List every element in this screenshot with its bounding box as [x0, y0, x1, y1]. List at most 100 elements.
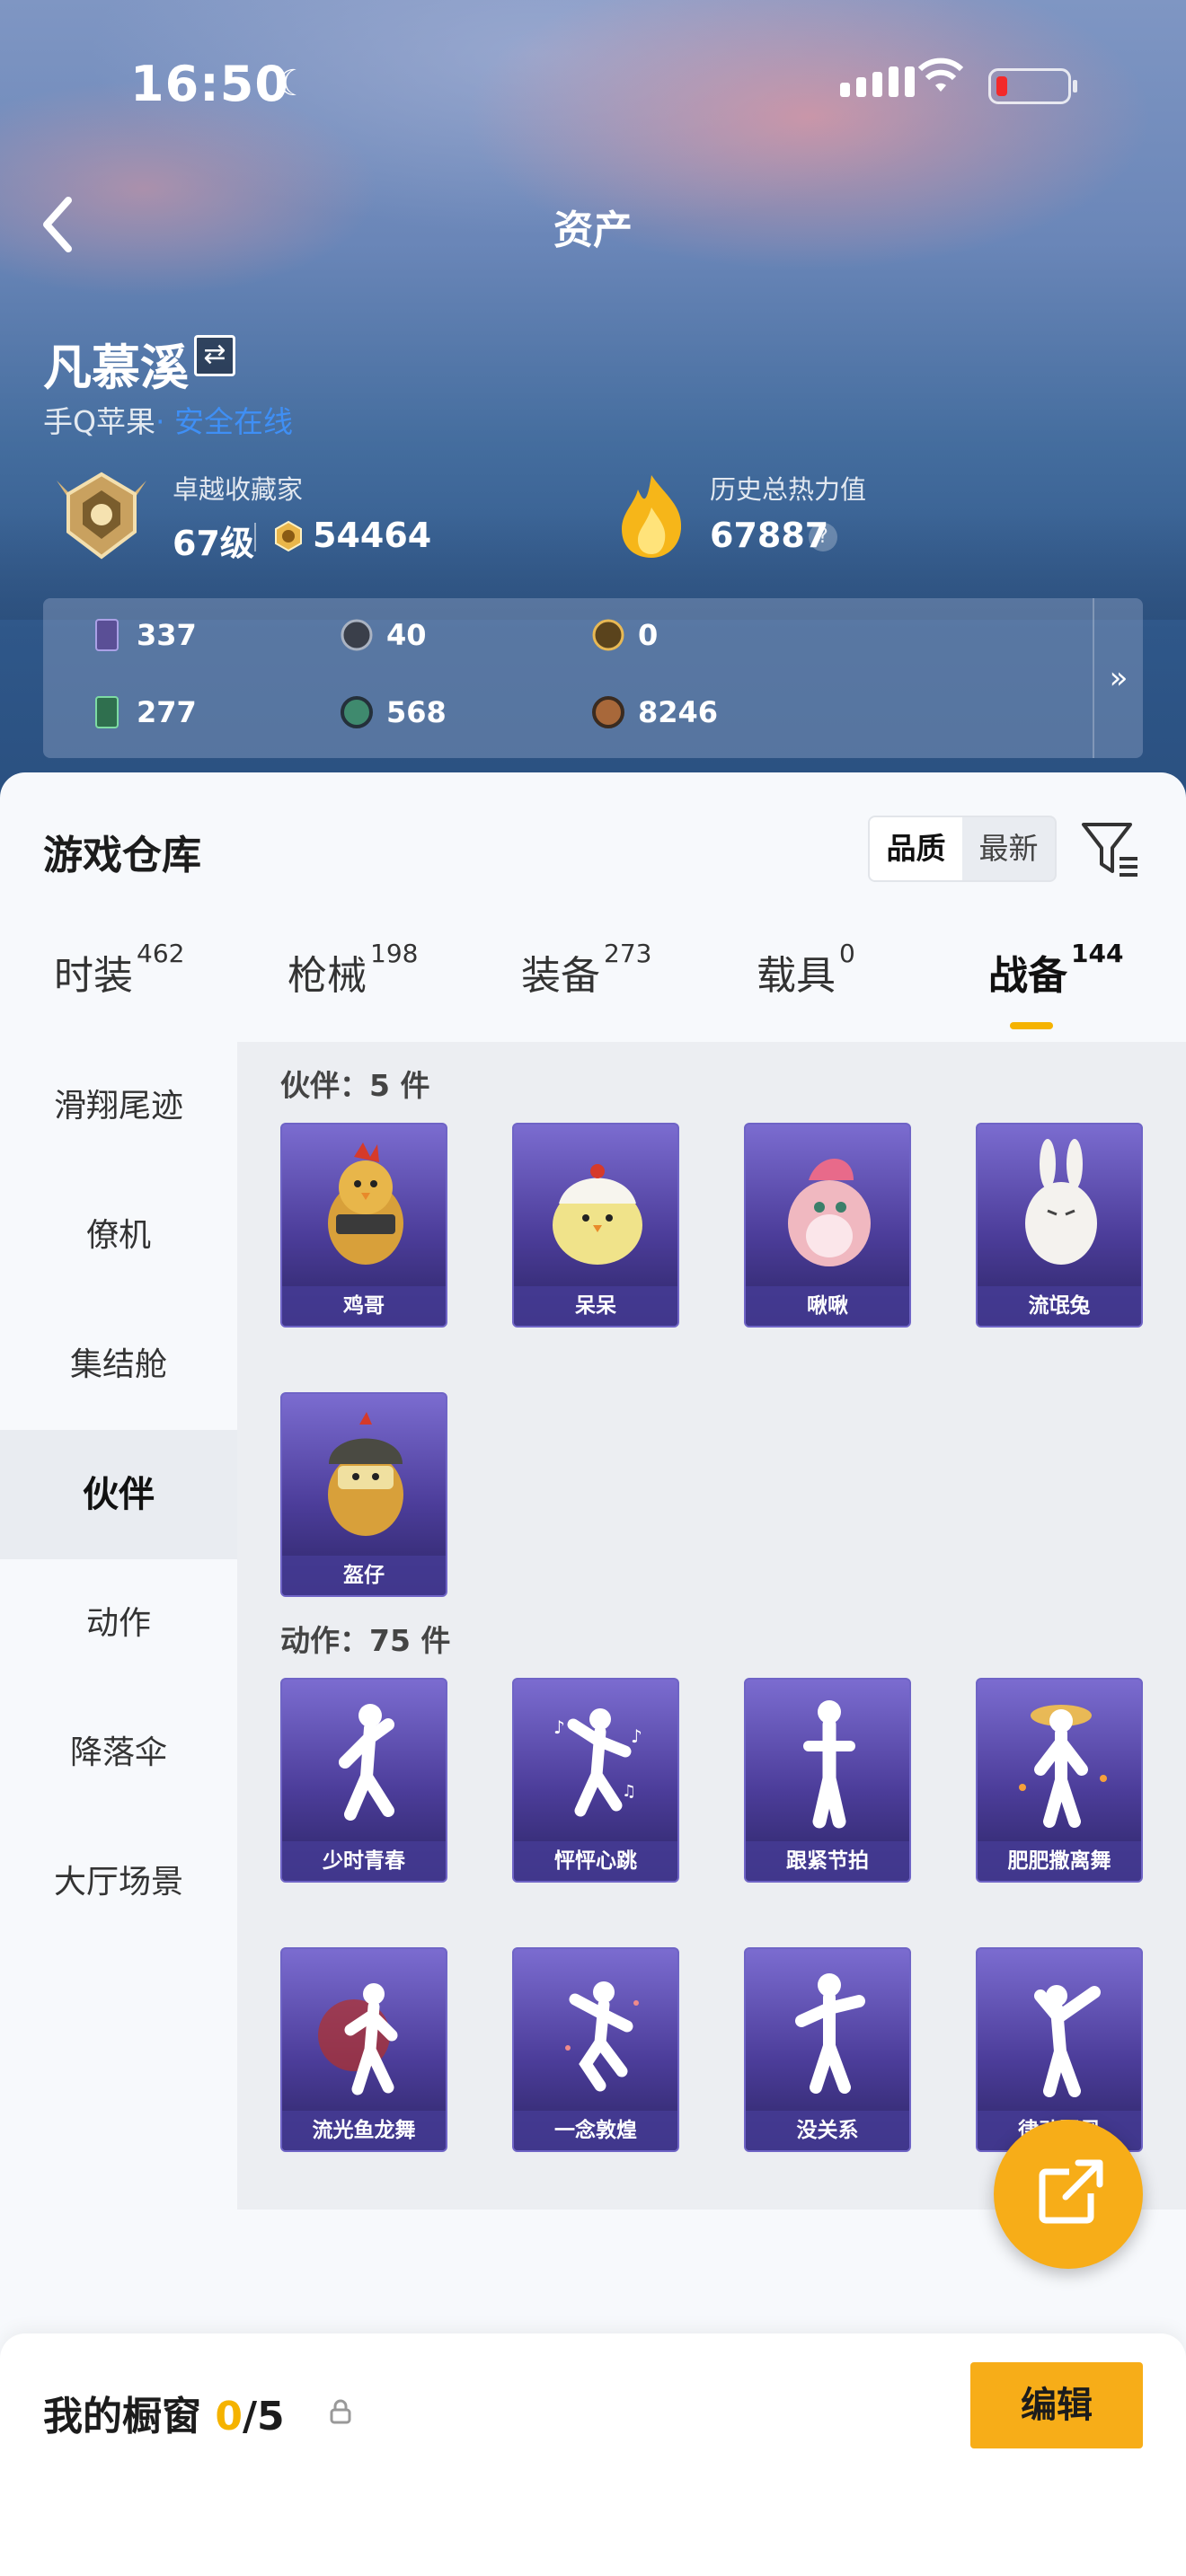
divider [254, 523, 256, 551]
action-section-title: 动作：75 件 [280, 1623, 451, 1658]
wifi-icon [917, 56, 964, 107]
category-lobby-scene[interactable]: 大厅场景 [0, 1818, 237, 1947]
item-label: 没关系 [746, 2111, 909, 2150]
edit-button[interactable]: 编辑 [970, 2362, 1143, 2448]
tab-weapons[interactable]: 枪械 198 [288, 939, 418, 1001]
item-label: 流氓兔 [978, 1286, 1141, 1326]
collector-medal-icon [57, 472, 146, 560]
bird-partner-image [788, 1159, 871, 1266]
dance-pose-image [1034, 1985, 1101, 2097]
dance-pose-image: ♪ ♪ ♫ [553, 1708, 642, 1817]
svg-text:♪: ♪ [631, 1725, 642, 1747]
item-label: 一念敦煌 [514, 2111, 677, 2150]
item-card[interactable]: 呆呆 [512, 1123, 679, 1328]
warehouse-panel: 游戏仓库 品质 最新 时装 462 枪械 198 装备 273 载具 0 战备 144 滑… [0, 772, 1186, 2576]
chick-partner-image [553, 1164, 642, 1265]
tab-outfits[interactable]: 时装 462 [54, 939, 184, 1001]
item-label: 啾啾 [746, 1286, 909, 1326]
warehouse-title: 游戏仓库 [43, 833, 201, 878]
coin-value: 54464 [313, 516, 432, 555]
category-glide-trail[interactable]: 滑翔尾迹 [0, 1042, 237, 1171]
clock: 16:50 [130, 56, 289, 112]
tab-label: 载具 [757, 953, 836, 999]
tab-count: 0 [839, 939, 855, 969]
svg-text:♫: ♫ [622, 1782, 636, 1801]
help-icon[interactable]: ? [809, 523, 837, 551]
item-card[interactable]: 啾啾 [744, 1123, 911, 1328]
rabbit-partner-image [1025, 1139, 1097, 1265]
resource-card-purple: 337 [90, 618, 197, 652]
share-button[interactable] [994, 2120, 1143, 2269]
tab-count: 273 [604, 939, 652, 969]
coin-icon [275, 520, 302, 552]
platform-name: 手Q苹果 [43, 404, 155, 439]
heat-label: 历史总热力值 [710, 474, 867, 505]
dance-pose-image [339, 1704, 394, 1821]
item-card[interactable]: 盔仔 [280, 1392, 447, 1597]
item-card[interactable]: 肥肥撒离舞 [976, 1678, 1143, 1883]
item-label: 鸡哥 [282, 1286, 446, 1326]
tab-label: 战备 [988, 953, 1067, 999]
platform-info: 手Q苹果· 安全在线 [43, 398, 293, 441]
category-parachute[interactable]: 降落伞 [0, 1689, 237, 1818]
category-wingman[interactable]: 僚机 [0, 1171, 237, 1301]
item-label: 跟紧节拍 [746, 1841, 909, 1881]
item-card[interactable]: 一念敦煌 [512, 1947, 679, 2152]
item-label: 怦怦心跳 [514, 1841, 677, 1881]
sort-latest-button[interactable]: 最新 [962, 817, 1055, 880]
share-icon [1039, 2159, 1103, 2224]
dance-pose-image [318, 1983, 398, 2095]
showcase-label: 我的橱窗 [43, 2394, 201, 2439]
tab-label: 装备 [521, 953, 600, 999]
sort-quality-button[interactable]: 品质 [870, 817, 962, 880]
tab-count: 144 [1071, 939, 1124, 969]
green-card-icon [95, 696, 119, 728]
resource-value: 568 [386, 695, 447, 729]
lock-icon [330, 2399, 351, 2424]
battery-icon [988, 68, 1077, 104]
moon-icon: ☾ [277, 63, 309, 104]
online-status-link[interactable]: · 安全在线 [155, 404, 293, 439]
category-partner[interactable]: 伙伴 [0, 1430, 237, 1559]
item-card[interactable]: 少时青春 [280, 1678, 447, 1883]
more-resources-button[interactable]: » [1093, 598, 1143, 758]
switch-account-icon[interactable]: ⇄ [194, 335, 235, 376]
item-label: 呆呆 [514, 1286, 677, 1326]
dance-pose-image [1019, 1705, 1107, 1828]
item-card[interactable]: 跟紧节拍 [744, 1678, 911, 1883]
purple-card-icon [95, 619, 119, 651]
item-card[interactable]: 鸡哥 [280, 1123, 447, 1328]
tab-label: 枪械 [288, 953, 367, 999]
item-grid: 伙伴：5 件 鸡哥 呆呆 啾啾 流氓兔 盔仔 动作：75 件 少时青春 ♪ ♪ ♫ [237, 1042, 1186, 2210]
category-action[interactable]: 动作 [0, 1559, 237, 1689]
active-tab-indicator [1010, 1022, 1053, 1029]
silver-coin-icon [341, 619, 373, 651]
resource-value: 40 [386, 618, 427, 652]
level: 67级 [173, 524, 254, 563]
showcase-total: /5 [242, 2394, 285, 2439]
item-card[interactable]: ♪ ♪ ♫ 怦怦心跳 [512, 1678, 679, 1883]
item-label: 流光鱼龙舞 [282, 2111, 446, 2150]
resource-value: 0 [638, 618, 659, 652]
tab-battle-prep[interactable]: 战备 144 [988, 939, 1123, 1001]
helmet-chicken-partner-image [328, 1412, 403, 1536]
item-card[interactable]: 没关系 [744, 1947, 911, 2152]
tab-vehicles[interactable]: 载具 0 [757, 939, 855, 1001]
resource-card-green: 277 [90, 695, 197, 729]
user-name: 凡慕溪 [43, 340, 189, 396]
resource-value: 277 [137, 695, 197, 729]
item-label: 肥肥撒离舞 [978, 1841, 1141, 1881]
item-card[interactable]: 流氓兔 [976, 1123, 1143, 1328]
category-rally-pod[interactable]: 集结舱 [0, 1301, 237, 1430]
tab-count: 462 [137, 939, 185, 969]
tab-equipment[interactable]: 装备 273 [521, 939, 651, 1001]
item-card[interactable]: 流光鱼龙舞 [280, 1947, 447, 2152]
dance-pose-image [803, 1700, 855, 1829]
bronze-orb-icon [592, 696, 624, 728]
tab-label: 时装 [54, 953, 133, 999]
showcase-count: 0 [215, 2394, 243, 2439]
dance-pose-image [795, 1973, 865, 2094]
resource-panel: 337 40 0 277 568 8246 » [43, 598, 1143, 758]
filter-icon[interactable] [1078, 817, 1141, 880]
gold-coin-icon [592, 619, 624, 651]
